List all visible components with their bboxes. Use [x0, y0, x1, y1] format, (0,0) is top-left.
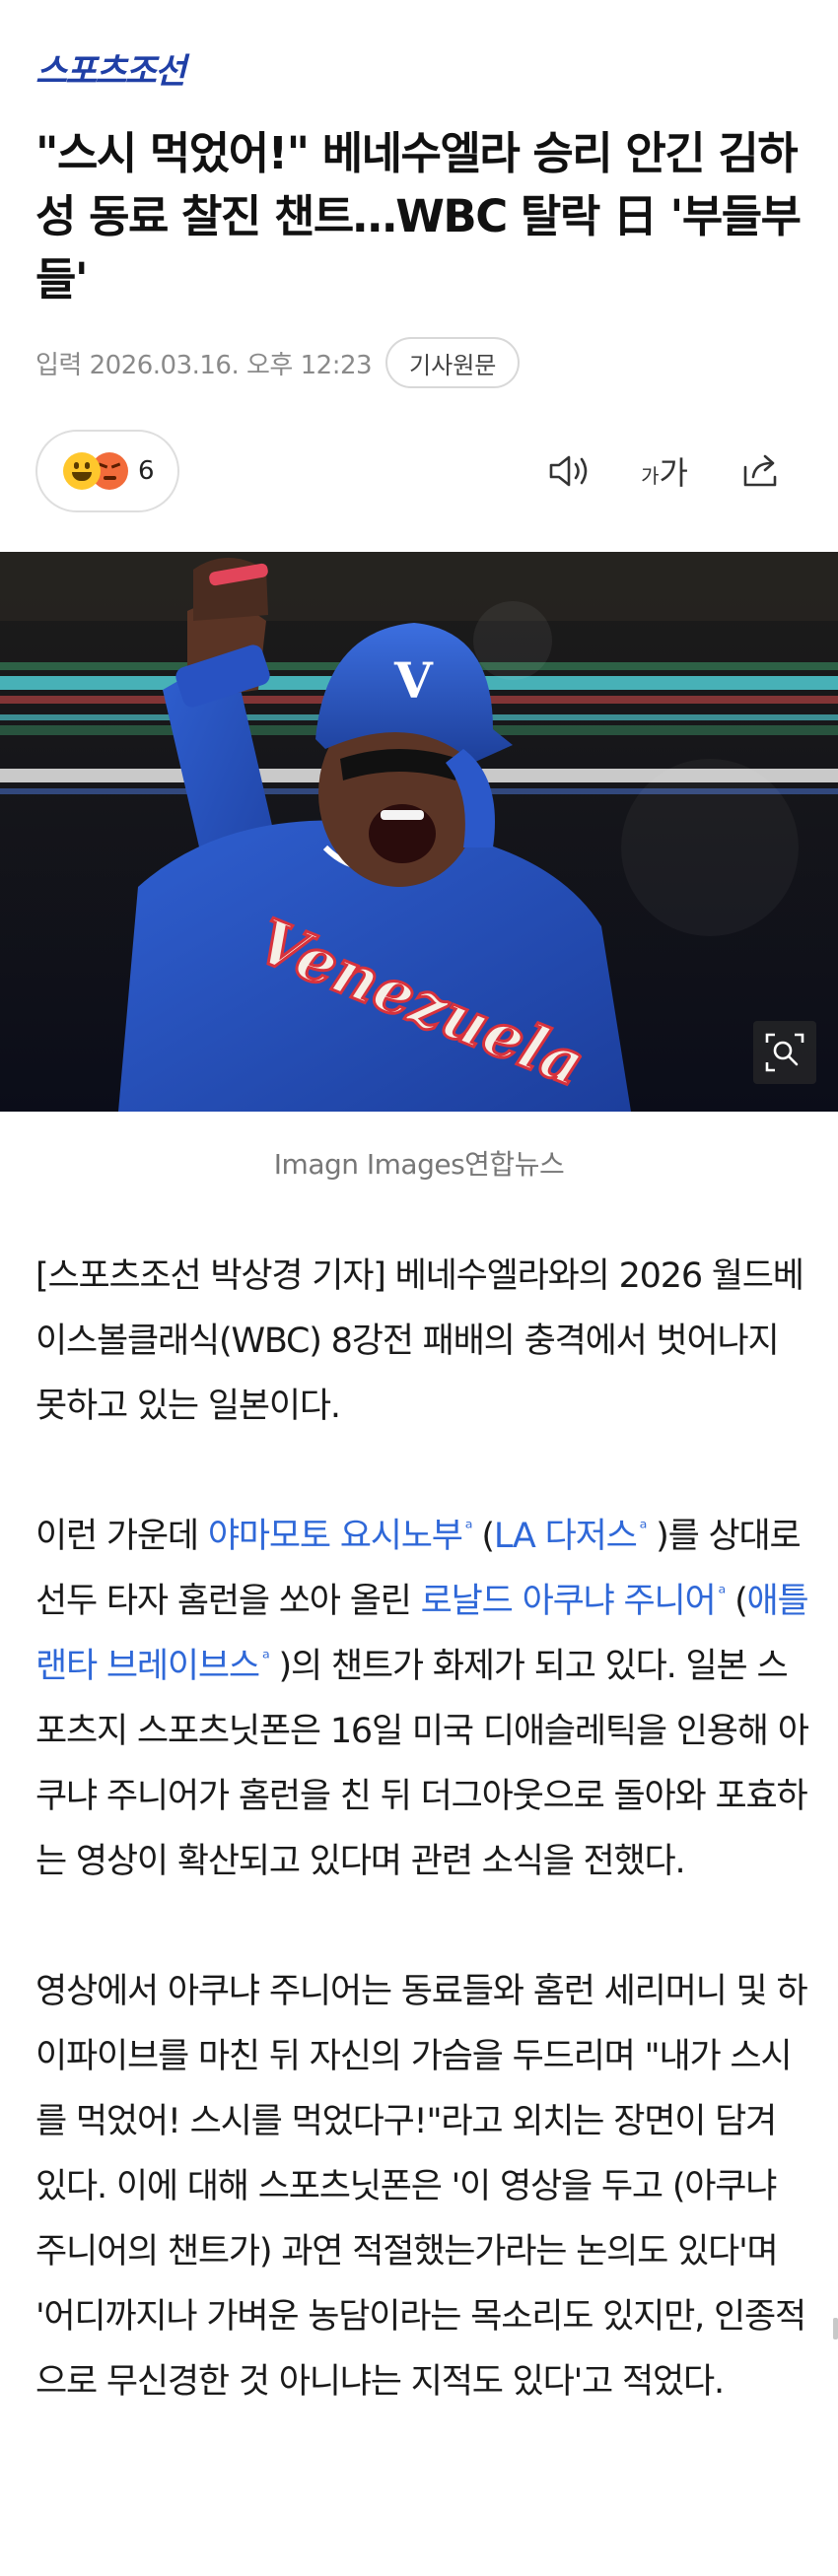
scrollbar[interactable] — [833, 2318, 838, 2339]
brand-logo[interactable]: 스포츠조선 — [35, 43, 186, 94]
paragraph-2-text: ( — [725, 1582, 748, 1621]
keyword-link-dodgers[interactable]: LA 다저스 ᵃ — [493, 1517, 648, 1556]
reaction-count: 6 — [138, 456, 155, 486]
paragraph-3: 영상에서 아쿠냐 주니어는 동료들와 홈런 세리머니 및 하이파이브를 마친 뒤… — [35, 1972, 808, 2402]
paragraph-1: [스포츠조선 박상경 기자] 베네수엘라와의 2026 월드베이스볼클래식(WB… — [35, 1256, 804, 1426]
article-photo: Venezuela V — [0, 552, 838, 1112]
happy-face-icon — [63, 452, 101, 490]
share-icon[interactable] — [735, 445, 787, 497]
article-meta: 입력 2026.03.16. 오후 12:23 기사원문 — [35, 335, 521, 390]
paragraph-2-text: 이런 가운데 — [35, 1517, 208, 1556]
original-article-button[interactable]: 기사원문 — [385, 337, 521, 388]
speaker-icon[interactable] — [544, 445, 595, 497]
keyword-text: 로날드 아쿠냐 주니어 — [420, 1582, 717, 1621]
font-big-glyph: 가 — [659, 454, 688, 492]
zoom-icon[interactable] — [753, 1021, 816, 1084]
article-headline: "스시 먹었어!" 베네수엘라 승리 안긴 김하성 동료 찰진 챈트…WBC 탈… — [35, 127, 802, 305]
keyword-marker-icon: ᵃ — [261, 1646, 270, 1670]
article-body: [스포츠조선 박상경 기자] 베네수엘라와의 2026 월드베이스볼클래식(WB… — [35, 1244, 814, 2479]
keyword-link-yamamoto[interactable]: 야마모토 요시노부 ᵃ — [207, 1517, 473, 1556]
reaction-button[interactable]: 6 — [35, 430, 179, 512]
publish-date: 입력 2026.03.16. 오후 12:23 — [35, 350, 373, 380]
player-photo-illustration: Venezuela V — [0, 552, 838, 1112]
photo-caption: Imagn Images연합뉴스 — [273, 1148, 565, 1181]
paragraph-2: 이런 가운데 야마모토 요시노부 ᵃ (LA 다저스 ᵃ )를 상대로 선두 타자 … — [35, 1504, 814, 1894]
font-size-icon[interactable]: 가가 — [639, 445, 690, 497]
article-page: 스포츠조선 "스시 먹었어!" 베네수엘라 승리 안긴 김하성 동료 찰진 챈트… — [0, 0, 838, 2576]
keyword-text: 야마모토 요시노부 — [207, 1517, 463, 1556]
paragraph-2-text: ( — [471, 1517, 495, 1556]
keyword-text: LA 다저스 — [493, 1517, 638, 1556]
keyword-link-acuna[interactable]: 로날드 아쿠냐 주니어 ᵃ — [420, 1582, 727, 1621]
font-small-glyph: 가 — [641, 463, 660, 488]
helmet-letter: V — [393, 651, 434, 710]
